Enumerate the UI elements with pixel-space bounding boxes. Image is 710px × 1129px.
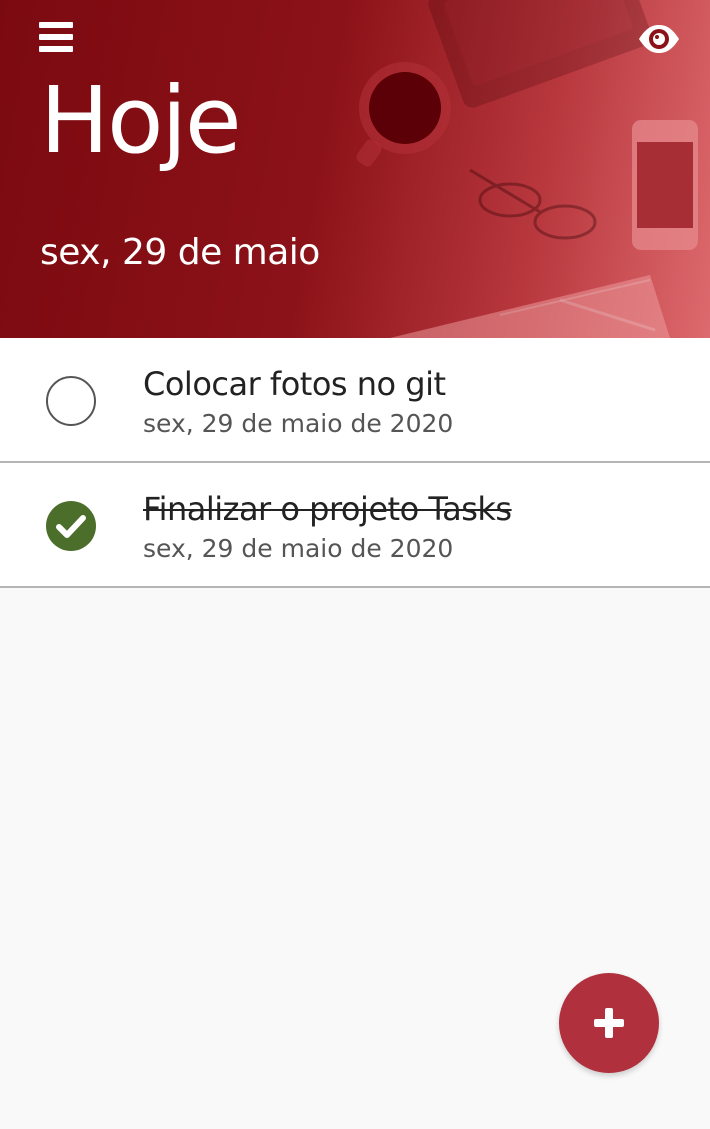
task-item[interactable]: Colocar fotos no git sex, 29 de maio de … (0, 338, 710, 463)
header-banner: Hoje sex, 29 de maio (0, 0, 710, 338)
check-circle-icon[interactable] (46, 501, 96, 551)
task-list: Colocar fotos no git sex, 29 de maio de … (0, 338, 710, 588)
task-date: sex, 29 de maio de 2020 (143, 534, 454, 563)
add-task-button[interactable] (559, 973, 659, 1073)
header-date: sex, 29 de maio (40, 232, 320, 273)
page-title: Hoje (40, 67, 242, 174)
task-title: Colocar fotos no git (143, 365, 446, 403)
bars-icon[interactable] (39, 22, 75, 54)
task-date: sex, 29 de maio de 2020 (143, 409, 454, 438)
eye-icon[interactable] (638, 22, 680, 56)
task-title: Finalizar o projeto Tasks (143, 490, 512, 528)
task-item[interactable]: Finalizar o projeto Tasks sex, 29 de mai… (0, 463, 710, 588)
task-checkbox-unchecked[interactable] (46, 376, 96, 426)
plus-icon (594, 1008, 624, 1038)
